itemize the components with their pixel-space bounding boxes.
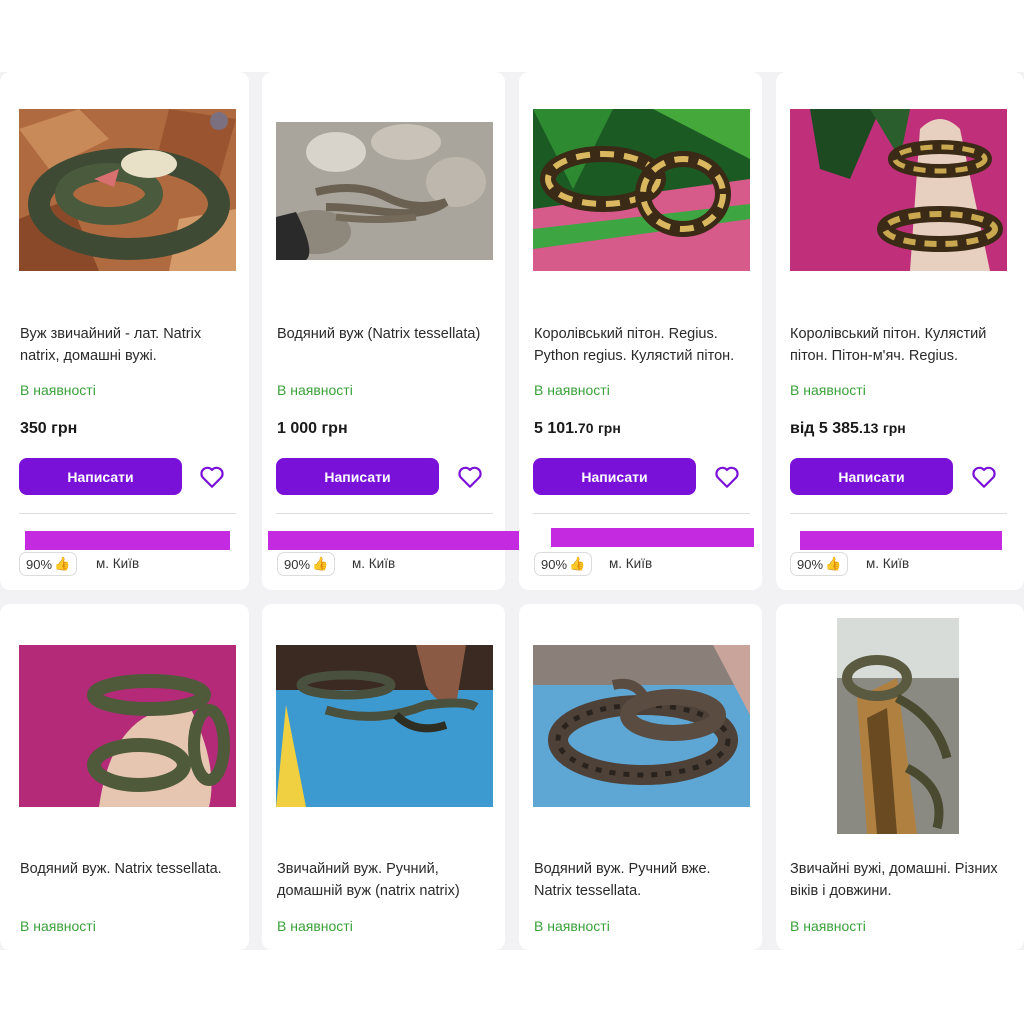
seller-city: м. Київ (96, 556, 140, 571)
availability-status: В наявності (534, 382, 610, 398)
product-card[interactable]: Водяний вуж. Natrix tessellata. В наявно… (0, 604, 249, 950)
redacted-seller-name (268, 531, 523, 550)
product-image[interactable] (19, 645, 236, 807)
product-title[interactable]: Звичайні вужі, домашні. Різних віків і д… (790, 858, 1008, 902)
divider (533, 513, 750, 514)
product-title[interactable]: Королівський пітон. Regius. Python regiu… (534, 323, 752, 367)
product-title[interactable]: Вуж звичайний - лат. Natrix natrix, дома… (20, 323, 238, 367)
product-title[interactable]: Королівський пітон. Кулястий пітон. Піто… (790, 323, 1008, 367)
write-seller-button[interactable]: Написати (533, 458, 696, 495)
seller-rating-badge[interactable]: 90% 👍 (19, 552, 78, 576)
seller-rating-badge[interactable]: 90% 👍 (790, 552, 849, 576)
thumbs-up-icon: 👍 (569, 556, 586, 571)
product-card[interactable]: Водяний вуж. Ручний вже. Natrix tessella… (519, 604, 762, 950)
redacted-seller-name (25, 531, 230, 550)
product-image[interactable] (837, 618, 959, 834)
product-image[interactable] (19, 109, 236, 271)
write-seller-button[interactable]: Написати (19, 458, 182, 495)
seller-rating-badge[interactable]: 90% 👍 (277, 552, 336, 576)
product-image[interactable] (276, 122, 493, 260)
seller-city: м. Київ (609, 556, 653, 571)
product-title[interactable]: Водяний вуж. Natrix tessellata. (20, 858, 238, 880)
availability-status: В наявності (20, 382, 96, 398)
product-card[interactable]: Водяний вуж (Natrix tessellata) В наявно… (262, 72, 523, 590)
product-price: 350 грн (20, 420, 78, 437)
product-image[interactable] (533, 645, 750, 807)
write-seller-button[interactable]: Написати (276, 458, 439, 495)
thumbs-up-icon: 👍 (54, 556, 71, 571)
availability-status: В наявності (277, 918, 353, 934)
product-image[interactable] (276, 645, 493, 807)
availability-status: В наявності (790, 918, 866, 934)
divider (276, 513, 493, 514)
availability-status: В наявності (277, 382, 353, 398)
availability-status: В наявності (20, 918, 96, 934)
divider (790, 513, 1007, 514)
product-title[interactable]: Водяний вуж. Ручний вже. Natrix tessella… (534, 858, 752, 902)
seller-rating-badge[interactable]: 90% 👍 (534, 552, 593, 576)
seller-city: м. Київ (866, 556, 910, 571)
product-title[interactable]: Водяний вуж (Natrix tessellata) (277, 323, 495, 345)
heart-outline-icon[interactable] (971, 464, 997, 490)
product-price: від 5 385.13 грн (790, 420, 906, 437)
product-card[interactable]: Вуж звичайний - лат. Natrix natrix, дома… (0, 72, 249, 590)
product-card[interactable]: Королівський пітон. Regius. Python regiu… (519, 72, 762, 590)
heart-outline-icon[interactable] (714, 464, 740, 490)
thumbs-up-icon: 👍 (825, 556, 842, 571)
product-card[interactable]: Королівський пітон. Кулястий пітон. Піто… (776, 72, 1024, 590)
heart-outline-icon[interactable] (457, 464, 483, 490)
write-seller-button[interactable]: Написати (790, 458, 953, 495)
redacted-seller-name (551, 528, 754, 547)
product-title[interactable]: Звичайний вуж. Ручний, домашній вуж (nat… (277, 858, 495, 902)
product-card[interactable]: Звичайні вужі, домашні. Різних віків і д… (776, 604, 1024, 950)
product-image[interactable] (790, 109, 1007, 271)
availability-status: В наявності (534, 918, 610, 934)
product-price: 5 101.70 грн (534, 420, 621, 437)
divider (19, 513, 236, 514)
product-price: 1 000 грн (277, 420, 348, 437)
redacted-seller-name (800, 531, 1002, 550)
product-image[interactable] (533, 109, 750, 271)
seller-city: м. Київ (352, 556, 396, 571)
thumbs-up-icon: 👍 (312, 556, 329, 571)
product-card[interactable]: Звичайний вуж. Ручний, домашній вуж (nat… (262, 604, 505, 950)
availability-status: В наявності (790, 382, 866, 398)
heart-outline-icon[interactable] (199, 464, 225, 490)
